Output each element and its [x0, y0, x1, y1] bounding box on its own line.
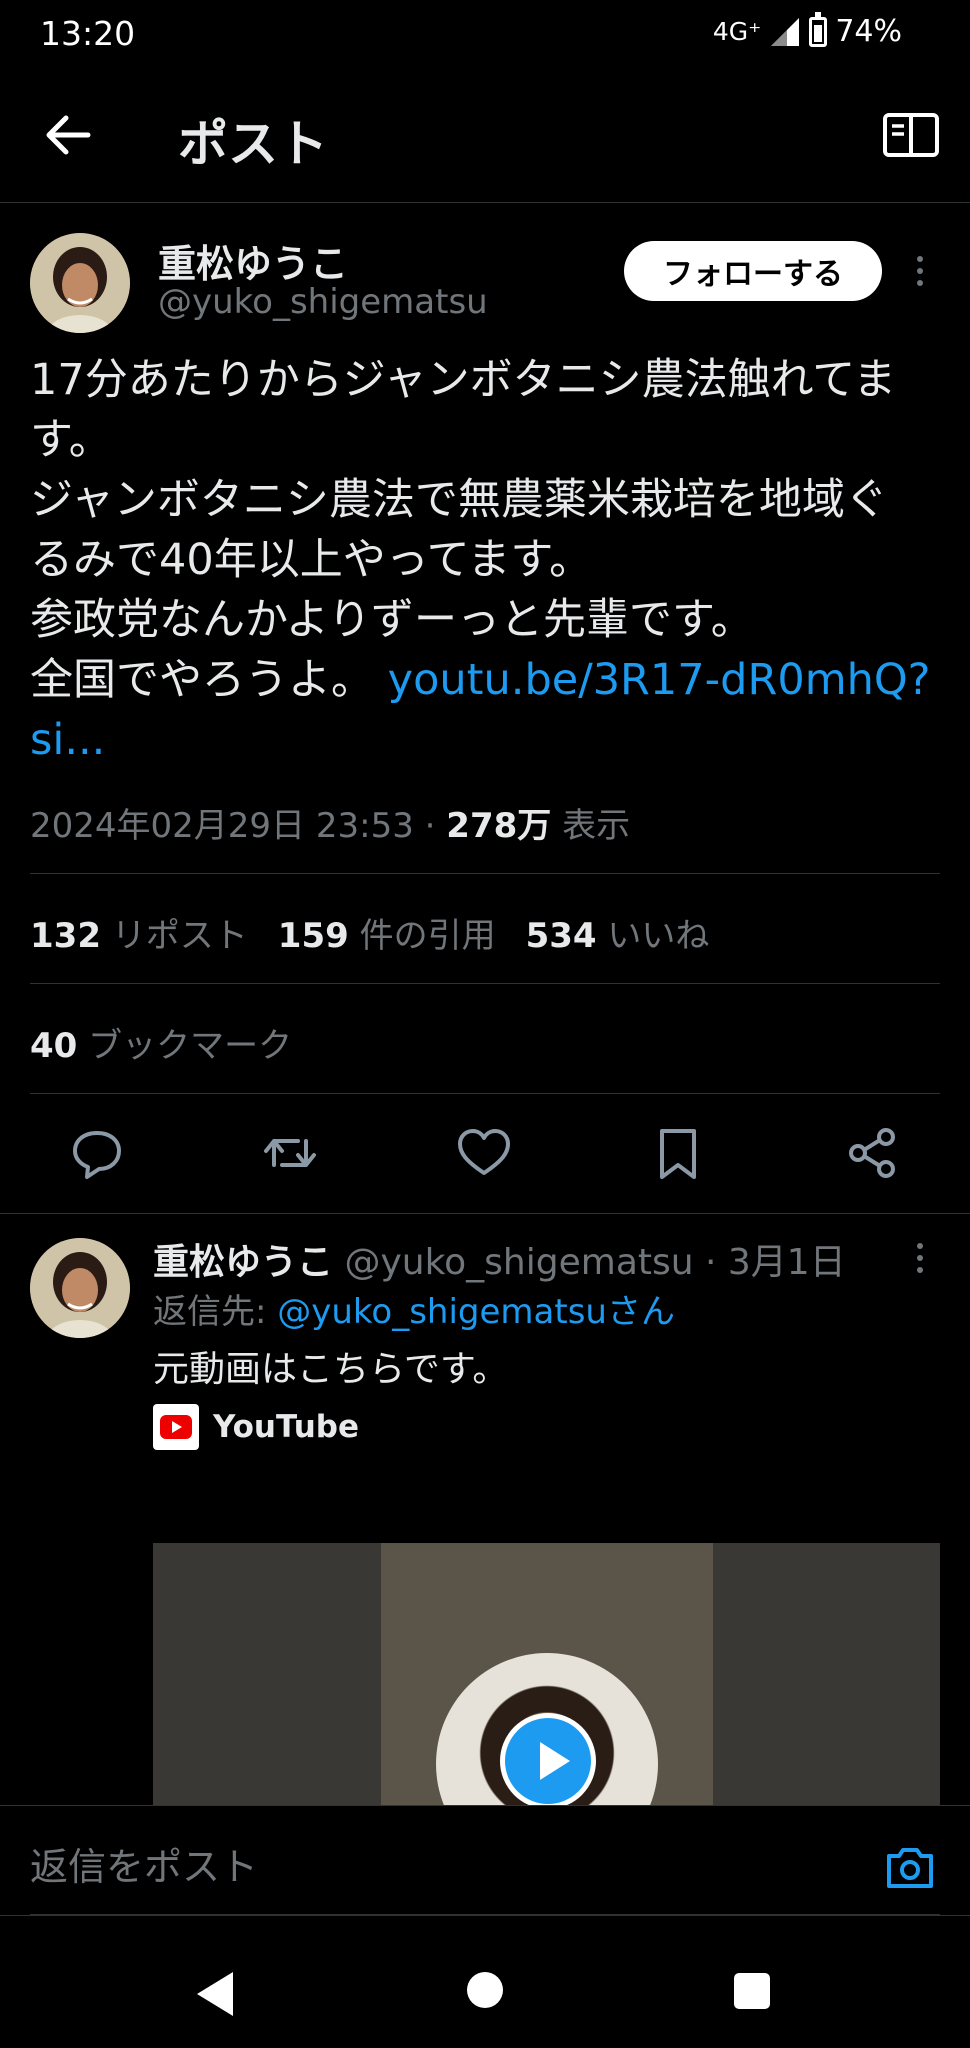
battery-icon [809, 11, 828, 47]
youtube-icon [153, 1404, 199, 1450]
bookmark-icon [660, 1129, 696, 1179]
reply-date: · 3月1日 [693, 1242, 846, 1283]
nav-recents-icon[interactable] [734, 1973, 770, 2009]
retweet-icon [264, 1139, 316, 1167]
card-source-label: YouTube [213, 1409, 359, 1445]
nav-back-icon[interactable] [197, 1972, 233, 2016]
like-button[interactable] [454, 1123, 514, 1183]
tweet-link[interactable]: youtu.be/3R17-dR0mhQ? [388, 655, 931, 705]
quotes-label: 件の引用 [348, 916, 496, 956]
arrow-left-icon [46, 115, 91, 155]
tweet-meta: 2024年02月29日 23:53 · 278万 表示 [30, 798, 630, 847]
tweet-line: si... [30, 710, 940, 770]
reply-author-name[interactable]: 重松ゆうこ [153, 1242, 333, 1283]
tweet-line: るみで40年以上やってます。 [30, 535, 593, 585]
divider [30, 873, 940, 874]
system-nav-bar [0, 1915, 970, 2048]
bookmark-button[interactable] [648, 1123, 708, 1183]
reposts-count: 132 [30, 916, 101, 956]
reply-author-handle[interactable]: @yuko_shigematsu [333, 1242, 693, 1283]
avatar-photo [30, 233, 130, 333]
reply-avatar[interactable] [30, 1238, 130, 1338]
more-options-icon[interactable] [905, 246, 935, 296]
retweet-button[interactable] [260, 1123, 320, 1183]
network-indicator: 4G⁺ [712, 17, 762, 46]
status-indicators: 4G⁺ 74% [712, 11, 902, 49]
play-icon[interactable] [500, 1713, 596, 1805]
author-name[interactable]: 重松ゆうこ [158, 233, 348, 288]
bookmarks-stat[interactable]: 40 ブックマーク [30, 1018, 292, 1067]
quotes-stat[interactable]: 159 件の引用 [278, 908, 496, 957]
tweet-line-text: 全国でやろうよ。 [30, 655, 388, 705]
likes-label: いいね [596, 916, 710, 956]
tweet-line: 全国でやろうよ。 youtu.be/3R17-dR0mhQ? [30, 650, 940, 710]
reply-text: 元動画はこちらです。 [153, 1349, 509, 1390]
tweet-line: ジャンボタニシ農法で無農薬米栽培を地域ぐ [30, 475, 888, 525]
tweet-line: 参政党なんかよりずーっと先輩です。 [30, 595, 754, 645]
divider [30, 983, 940, 984]
views-count: 278万 [446, 806, 552, 846]
share-icon [849, 1128, 895, 1178]
views-label: 表示 [551, 806, 631, 846]
back-button[interactable] [38, 105, 98, 165]
reply-header: 重松ゆうこ @yuko_shigematsu · 3月1日 [153, 1233, 846, 1285]
author-handle[interactable]: @yuko_shigematsu [158, 282, 488, 322]
reply-input[interactable]: 返信をポスト [30, 1836, 258, 1891]
tweet-datetime[interactable]: 2024年02月29日 23:53 · [30, 806, 446, 846]
tweet-line: す。 [30, 415, 112, 465]
avatar[interactable] [30, 233, 130, 333]
card-source: YouTube [153, 1404, 359, 1450]
reposts-label: リポスト [100, 916, 248, 956]
nav-home-icon[interactable] [467, 1972, 503, 2008]
reply-to: 返信先: @yuko_shigematsuさん [153, 1284, 675, 1333]
likes-stat[interactable]: 534 いいね [526, 908, 710, 957]
comment-icon [73, 1131, 121, 1179]
follow-button[interactable]: フォローする [624, 241, 882, 301]
divider [30, 1093, 940, 1094]
quotes-count: 159 [277, 916, 349, 956]
heart-icon [458, 1129, 510, 1175]
engagement-stats: 132 リポスト 159 件の引用 534 いいね [30, 908, 709, 957]
avatar-photo [30, 1238, 130, 1338]
camera-icon [887, 1848, 933, 1888]
reply-composer: 返信をポスト [0, 1805, 970, 1915]
divider [0, 1213, 970, 1214]
video-thumbnail[interactable] [153, 1543, 940, 1805]
reply-to-prefix: 返信先: [153, 1292, 278, 1332]
reposts-stat[interactable]: 132 リポスト [30, 908, 248, 957]
bookmarks-label: ブックマーク [77, 1026, 293, 1066]
header-divider [0, 202, 970, 203]
reply-more-options-icon[interactable] [905, 1233, 935, 1283]
camera-button[interactable] [885, 1846, 935, 1890]
tweet-line: 17分あたりからジャンボタニシ農法触れてま [30, 355, 897, 405]
page-title: ポスト [178, 115, 328, 173]
status-time: 13:20 [40, 14, 136, 53]
reply-to-handle[interactable]: @yuko_shigematsuさん [277, 1292, 675, 1332]
reply-button[interactable] [67, 1123, 127, 1183]
reader-mode-button[interactable] [882, 110, 940, 160]
battery-level: 74% [835, 14, 902, 49]
bookmarks-count: 40 [30, 1026, 78, 1066]
signal-icon [771, 17, 800, 46]
likes-count: 534 [525, 916, 597, 956]
reader-mode-icon [883, 113, 939, 157]
tweet-link-continued[interactable]: si... [30, 715, 105, 765]
share-button[interactable] [842, 1123, 902, 1183]
tweet-text: 17分あたりからジャンボタニシ農法触れてま す。 ジャンボタニシ農法で無農薬米栽… [30, 350, 940, 770]
